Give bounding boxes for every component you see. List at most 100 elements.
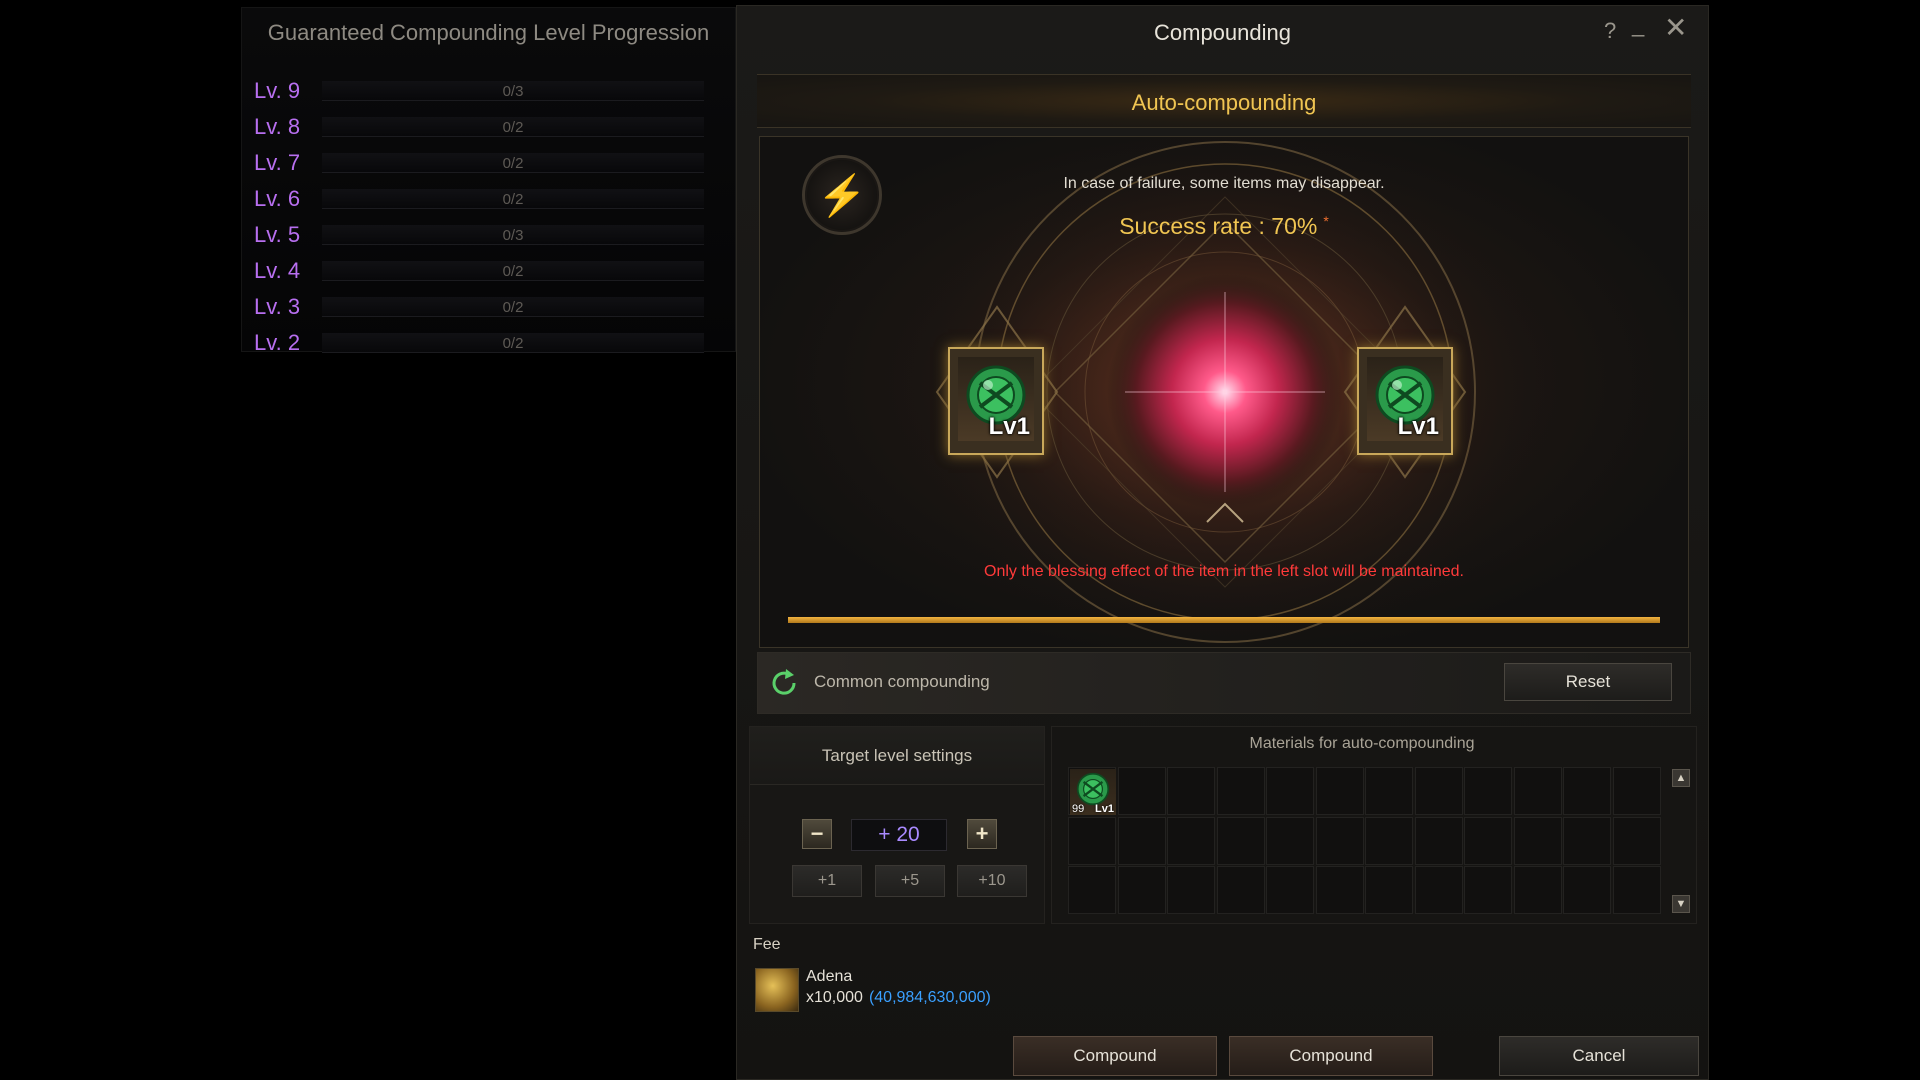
progression-count: 0/2 — [502, 263, 524, 280]
material-count: 99 — [1072, 803, 1085, 815]
material-slot[interactable] — [1216, 767, 1265, 815]
scroll-up-icon[interactable]: ▲ — [1672, 769, 1690, 787]
progression-level: Lv. 2 — [254, 330, 301, 355]
progression-row: Lv. 7 0/2 — [254, 148, 724, 178]
material-slot[interactable] — [1365, 816, 1413, 865]
target-level-title: Target level settings — [750, 727, 1044, 785]
material-slot[interactable] — [1216, 816, 1265, 865]
success-rate: Success rate : 70% * — [760, 213, 1688, 240]
material-slot[interactable] — [1414, 767, 1463, 815]
material-slot[interactable] — [1612, 816, 1661, 865]
progression-bar: 0/3 — [322, 81, 704, 101]
left-item-slot[interactable]: Lv1 — [948, 347, 1044, 455]
material-slot[interactable] — [1315, 816, 1364, 865]
success-rate-star: * — [1323, 213, 1329, 229]
material-slot[interactable] — [1167, 816, 1215, 865]
progression-level: Lv. 3 — [254, 294, 301, 319]
progression-row: Lv. 8 0/2 — [254, 112, 724, 142]
common-compounding-label: Common compounding — [814, 672, 990, 691]
fee-amount-row: x10,000 (40,984,630,000) — [806, 989, 991, 1007]
progression-row: Lv. 5 0/3 — [254, 220, 724, 250]
material-slot[interactable] — [1464, 767, 1512, 815]
progression-level: Lv. 6 — [254, 186, 301, 211]
target-level-value[interactable]: + 20 — [851, 819, 947, 851]
material-slot[interactable] — [1513, 767, 1562, 815]
progression-row: Lv. 3 0/2 — [254, 292, 724, 322]
progression-count: 0/2 — [502, 155, 524, 172]
compound-button-secondary[interactable]: Compound — [1229, 1036, 1433, 1076]
green-gem-icon: 99 Lv1 — [1070, 769, 1116, 815]
material-slot[interactable] — [1513, 816, 1562, 865]
green-gem-icon: Lv1 — [958, 357, 1034, 441]
material-slot[interactable] — [1612, 767, 1661, 815]
material-slot[interactable] — [1117, 866, 1166, 914]
progression-level: Lv. 8 — [254, 114, 301, 139]
common-compounding-bar[interactable]: Common compounding Reset — [757, 652, 1691, 714]
material-slot[interactable] — [1563, 767, 1611, 815]
material-slot[interactable] — [1365, 767, 1413, 815]
material-slot[interactable] — [1513, 866, 1562, 914]
material-slot[interactable] — [1365, 866, 1413, 914]
material-slot[interactable] — [1117, 767, 1166, 815]
material-slot[interactable]: 99 Lv1 — [1068, 767, 1116, 815]
fee-label: Fee — [753, 936, 781, 953]
right-item-slot[interactable]: Lv1 — [1357, 347, 1453, 455]
materials-grid: 99 Lv1 — [1068, 767, 1665, 917]
progression-bar: 0/2 — [322, 189, 704, 209]
auto-compounding-header: Auto-compounding — [757, 74, 1691, 128]
decrease-level-button[interactable]: − — [802, 819, 832, 849]
material-slot[interactable] — [1266, 816, 1314, 865]
material-slot[interactable] — [1266, 866, 1314, 914]
material-slot[interactable] — [1216, 866, 1265, 914]
progression-bar: 0/2 — [322, 153, 704, 173]
material-slot[interactable] — [1315, 767, 1364, 815]
add-5-button[interactable]: +5 — [875, 865, 945, 897]
help-icon[interactable]: ? — [1604, 18, 1616, 44]
materials-panel: Materials for auto-compounding 99 Lv1 ▲ ▼ — [1051, 726, 1697, 924]
compounding-window: Compounding ? _ ✕ Auto-compounding ⚡ In … — [736, 5, 1709, 1080]
material-slot[interactable] — [1068, 816, 1116, 865]
material-slot[interactable] — [1414, 816, 1463, 865]
progression-level: Lv. 5 — [254, 222, 301, 247]
material-slot[interactable] — [1167, 866, 1215, 914]
failure-notice: In case of failure, some items may disap… — [1063, 175, 1385, 192]
material-slot[interactable] — [1464, 816, 1512, 865]
material-slot[interactable] — [1167, 767, 1215, 815]
material-slot[interactable] — [1563, 816, 1611, 865]
scroll-down-icon[interactable]: ▼ — [1672, 895, 1690, 913]
success-rate-text: Success rate : 70% — [1119, 213, 1318, 239]
add-10-button[interactable]: +10 — [957, 865, 1027, 897]
progression-bar: 0/3 — [322, 225, 704, 245]
compound-button[interactable]: Compound — [1013, 1036, 1217, 1076]
progression-level: Lv. 7 — [254, 150, 301, 175]
progression-row: Lv. 6 0/2 — [254, 184, 724, 214]
material-slot[interactable] — [1068, 866, 1116, 914]
progression-bar: 0/2 — [322, 333, 704, 353]
material-slot[interactable] — [1612, 866, 1661, 914]
level-progression-panel: Guaranteed Compounding Level Progression… — [241, 7, 736, 355]
progression-bar: 0/2 — [322, 117, 704, 137]
cancel-button[interactable]: Cancel — [1499, 1036, 1699, 1076]
minimize-icon[interactable]: _ — [1632, 12, 1644, 38]
progression-count: 0/2 — [502, 119, 524, 136]
increase-level-button[interactable]: + — [967, 819, 997, 849]
target-level-panel: Target level settings − + 20 + +1 +5 +10 — [749, 726, 1045, 924]
material-slot[interactable] — [1464, 866, 1512, 914]
material-slot[interactable] — [1315, 866, 1364, 914]
close-icon[interactable]: ✕ — [1664, 14, 1687, 42]
progression-level: Lv. 4 — [254, 258, 301, 283]
progression-row: Lv. 2 0/2 — [254, 328, 724, 358]
progression-row: Lv. 9 0/3 — [254, 76, 724, 106]
slot-item-level: Lv1 — [988, 413, 1030, 440]
progression-count: 0/2 — [502, 191, 524, 208]
reset-button[interactable]: Reset — [1504, 663, 1672, 701]
add-1-button[interactable]: +1 — [792, 865, 862, 897]
material-slot[interactable] — [1266, 767, 1314, 815]
fee-currency: Adena — [806, 968, 853, 985]
progression-count: 0/2 — [502, 335, 524, 352]
material-slot[interactable] — [1117, 816, 1166, 865]
material-slot[interactable] — [1414, 866, 1463, 914]
window-title: Compounding — [1154, 20, 1291, 45]
material-slot[interactable] — [1563, 866, 1611, 914]
progression-count: 0/3 — [502, 227, 524, 244]
